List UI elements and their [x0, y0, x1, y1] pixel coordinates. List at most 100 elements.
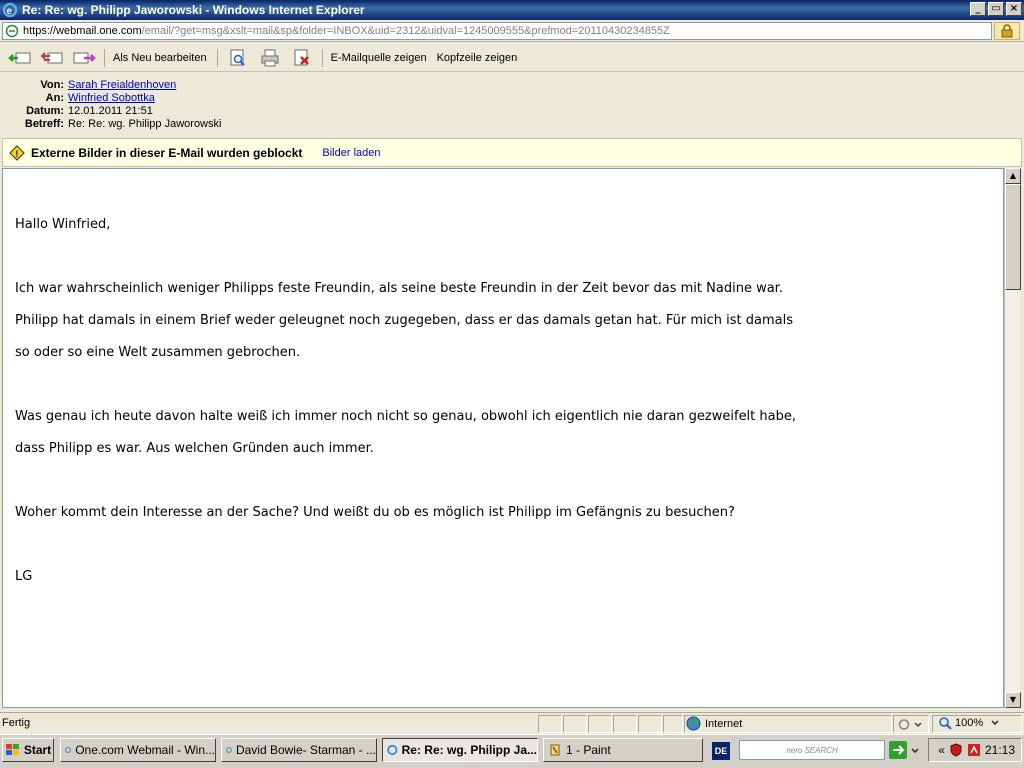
- restore-button[interactable]: ▭: [988, 2, 1004, 16]
- delete-button[interactable]: [288, 47, 316, 69]
- print-button[interactable]: [256, 47, 284, 69]
- minimize-button[interactable]: _: [970, 2, 986, 16]
- taskbar-item-label: David Bowie- Starman - ...: [235, 743, 376, 757]
- lock-icon[interactable]: [994, 22, 1020, 40]
- mail-toolbar: Als Neu bearbeiten E-Mailquelle zeigen K…: [0, 44, 1024, 72]
- system-tray: « 21:13: [928, 738, 1022, 762]
- date-row: Datum: 12.01.2011 21:51: [0, 105, 153, 118]
- scroll-up-icon[interactable]: ▲: [1005, 168, 1021, 184]
- security-zone: Internet: [686, 716, 742, 731]
- url-domain: webmail.one.com: [56, 25, 142, 37]
- start-button[interactable]: Start: [2, 738, 54, 762]
- body-line: Was genau ich heute davon halte weiß ich…: [15, 409, 796, 424]
- url-protocol: https://: [23, 25, 57, 37]
- security-alert-icon[interactable]: [967, 743, 981, 757]
- close-button[interactable]: ×: [1006, 2, 1022, 16]
- ie-icon: [65, 747, 71, 753]
- chevron-down-icon[interactable]: [910, 747, 920, 755]
- ie-icon: [387, 745, 398, 755]
- reply-all-button[interactable]: [38, 47, 66, 69]
- body-blank-line: [15, 241, 796, 273]
- body-line: so oder so eine Welt zusammen gebrochen.: [15, 345, 301, 360]
- ie-icon: e: [2, 2, 18, 18]
- warning-icon: !: [9, 144, 25, 161]
- zoom-level: 100%: [955, 717, 984, 729]
- to-link[interactable]: Winfried Sobottka: [68, 92, 155, 105]
- body-line: Philipp hat damals in einem Brief weder …: [15, 313, 794, 328]
- from-row: Von: Sarah Freialdenhoven: [0, 79, 176, 92]
- notice-message: Externe Bilder in dieser E-Mail wurden g…: [31, 145, 303, 160]
- url-path: /email/?get=msg&xslt=mail&sp&folder=INBO…: [141, 25, 670, 37]
- zone-label: Internet: [705, 717, 743, 730]
- status-cell: [663, 715, 683, 733]
- status-text: Fertig: [2, 717, 31, 729]
- paint-icon: [550, 744, 560, 756]
- scroll-down-icon[interactable]: ▼: [1005, 692, 1021, 708]
- body-line: Hallo Winfried,: [15, 217, 111, 232]
- taskbar-item-label: 1 - Paint: [566, 743, 611, 757]
- body-blank-line: [15, 465, 796, 497]
- svg-text:!: !: [15, 149, 18, 159]
- page-icon: [5, 24, 19, 38]
- date-value: 12.01.2011 21:51: [68, 105, 153, 117]
- language-indicator[interactable]: DE: [712, 742, 730, 760]
- taskbar-item-paint[interactable]: 1 - Paint: [543, 738, 703, 762]
- window-title: Re: Re: wg. Philipp Jaworowski - Windows…: [22, 3, 365, 17]
- taskbar-item-label: Re: Re: wg. Philipp Ja...: [401, 743, 537, 757]
- go-arrow-icon[interactable]: [889, 741, 907, 759]
- subject-label: Betreff:: [24, 118, 64, 130]
- show-source-button[interactable]: E-Mailquelle zeigen: [331, 52, 427, 64]
- scroll-thumb[interactable]: [1005, 184, 1021, 290]
- toolbar-separator: [216, 48, 218, 67]
- nero-search-input[interactable]: nero SEARCH: [739, 740, 885, 760]
- address-field[interactable]: https:// webmail.one.com /email/?get=msg…: [2, 22, 992, 40]
- from-link[interactable]: Sarah Freialdenhoven: [68, 79, 176, 92]
- forward-button[interactable]: [70, 47, 98, 69]
- status-cell: [638, 715, 662, 733]
- reply-icon: [8, 52, 31, 63]
- from-label: Von:: [40, 79, 64, 91]
- globe-icon: [686, 716, 701, 731]
- date-label: Datum:: [26, 105, 64, 117]
- taskbar-item-bowie[interactable]: David Bowie- Starman - ...: [221, 738, 377, 762]
- load-images-link[interactable]: Bilder laden: [322, 147, 380, 159]
- start-label: Start: [23, 743, 52, 757]
- chevron-down-icon: [991, 720, 999, 726]
- taskbar-item-webmail[interactable]: One.com Webmail - Win...: [60, 738, 216, 762]
- windows-logo-icon: [5, 744, 19, 755]
- toolbar-separator: [104, 48, 105, 67]
- printer-icon: [261, 49, 279, 66]
- zoom-control[interactable]: 100%: [938, 716, 1002, 730]
- status-cell: [588, 715, 612, 733]
- status-cell: [613, 715, 637, 733]
- clock[interactable]: 21:13: [985, 743, 1015, 757]
- status-cell: [538, 715, 562, 733]
- vertical-scrollbar[interactable]: ▲ ▼: [1004, 168, 1021, 708]
- subject-value: Re: Re: wg. Philipp Jaworowski: [68, 118, 222, 130]
- status-bar: Fertig Internet 100%: [0, 712, 1024, 734]
- reply-button[interactable]: [6, 47, 34, 69]
- body-line: dass Philipp es war. Aus welchen Gründen…: [15, 441, 374, 456]
- message-body[interactable]: Hallo Winfried, Ich war wahrscheinlich we…: [2, 168, 1004, 708]
- forward-icon: [73, 52, 96, 63]
- shield-icon[interactable]: [949, 743, 963, 757]
- body-line: Ich war wahrscheinlich weniger Philipps …: [15, 281, 783, 296]
- reply-all-icon: [40, 51, 63, 63]
- taskbar-item-mail[interactable]: Re: Re: wg. Philipp Ja...: [382, 738, 538, 762]
- tray-expand-button[interactable]: «: [938, 743, 945, 757]
- magnifier-icon: [230, 49, 245, 66]
- mark-new-button[interactable]: Als Neu bearbeiten: [113, 52, 207, 64]
- address-bar: https:// webmail.one.com /email/?get=msg…: [0, 20, 1024, 42]
- blocked-images-notice: ! Externe Bilder in dieser E-Mail wurden…: [2, 138, 1022, 167]
- body-line: LG: [15, 569, 33, 584]
- mail-headers: Von: Sarah Freialdenhoven An: Winfried S…: [0, 73, 1024, 135]
- message-text: Hallo Winfried, Ich war wahrscheinlich we…: [15, 209, 796, 593]
- preview-button[interactable]: [224, 47, 252, 69]
- body-blank-line: [15, 529, 796, 561]
- to-row: An: Winfried Sobottka: [0, 92, 155, 105]
- subject-row: Betreff: Re: Re: wg. Philipp Jaworowski: [0, 118, 222, 131]
- taskbar: Start One.com Webmail - Win... David Bow…: [0, 734, 1024, 768]
- body-line: Woher kommt dein Interesse an der Sache?…: [15, 505, 735, 520]
- show-headers-button[interactable]: Kopfzeile zeigen: [437, 52, 518, 64]
- delete-icon: [294, 49, 309, 65]
